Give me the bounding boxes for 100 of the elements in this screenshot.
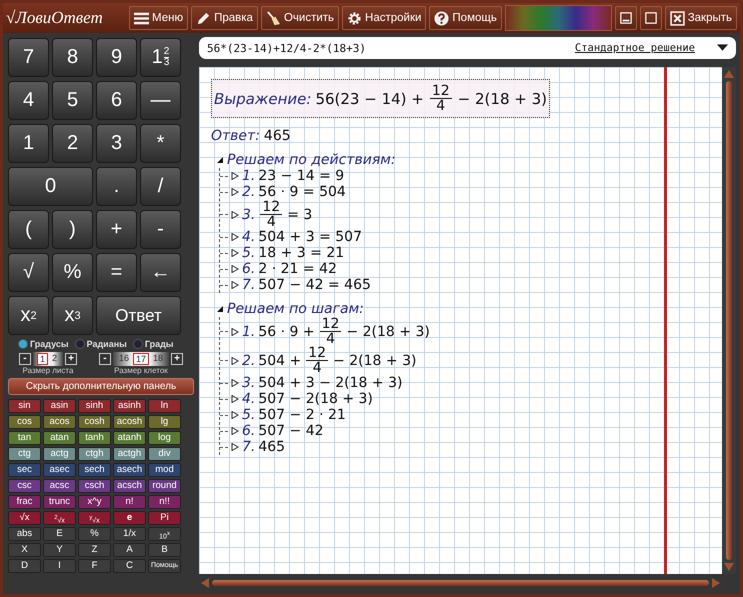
function-key[interactable]: x^y [78,495,111,509]
function-key[interactable]: asec [43,463,76,477]
toolbar-button[interactable]: Помощь [429,6,502,30]
spinner-value[interactable]: 1 [36,353,48,365]
function-key[interactable]: ctg [8,447,41,461]
collapsed-arrow-icon[interactable] [231,443,239,451]
function-key[interactable]: cosh [78,415,111,429]
key-button[interactable]: ) [52,210,93,249]
function-key[interactable]: C [113,559,146,573]
function-key[interactable]: F [78,559,111,573]
hide-panel-button[interactable]: Скрыть дополнительную панель [8,378,194,395]
function-key[interactable]: asinh [113,399,146,413]
key-button[interactable]: = [96,253,137,292]
toolbar-button[interactable]: Меню [129,6,188,30]
function-key[interactable]: trunc [43,495,76,509]
radio-option[interactable]: Градусы [18,339,69,349]
key-button[interactable]: 2 [52,124,93,163]
function-key[interactable]: csc [8,479,41,493]
collapsed-arrow-icon[interactable] [231,395,239,403]
function-key[interactable]: mod [148,463,181,477]
function-key[interactable]: E [43,527,76,541]
function-key[interactable]: sin [8,399,41,413]
key-button[interactable]: . [96,167,137,206]
function-key[interactable]: acosh [113,415,146,429]
key-button[interactable]: √ [8,253,49,292]
key-button[interactable]: 4 [8,81,49,120]
collapsed-arrow-icon[interactable] [231,172,239,180]
function-key[interactable]: asin [43,399,76,413]
key-button[interactable]: ← [140,253,181,292]
function-key[interactable]: div [148,447,181,461]
radio-option[interactable]: Радианы [74,339,127,349]
key-button[interactable]: 1 [8,124,49,163]
radio-option[interactable]: Грады [132,339,174,349]
key-button[interactable]: 3 [96,124,137,163]
key-button[interactable]: - [140,210,181,249]
maximize-button[interactable] [640,6,662,30]
function-key[interactable]: e [113,511,146,525]
function-key[interactable]: % [78,527,111,541]
collapsed-arrow-icon[interactable] [231,233,239,241]
key-button[interactable]: 7 [8,38,49,77]
function-key[interactable]: Pi [148,511,181,525]
function-key[interactable]: sech [78,463,111,477]
function-key[interactable]: ln [148,399,181,413]
function-key[interactable]: sec [8,463,41,477]
function-key[interactable]: log [148,431,181,445]
key-button[interactable]: ( [8,210,49,249]
key-button[interactable]: + [96,210,137,249]
key-button[interactable]: 9 [96,38,137,77]
function-key[interactable]: tanh [78,431,111,445]
key-button[interactable]: % [52,253,93,292]
close-button[interactable]: Закрыть [664,6,737,30]
function-key[interactable]: asech [113,463,146,477]
function-key[interactable]: B [148,543,181,557]
collapsed-arrow-icon[interactable] [231,411,239,419]
minimize-button[interactable] [614,6,637,30]
function-key[interactable]: frac [8,495,41,509]
collapsed-arrow-icon[interactable] [231,356,239,364]
key-button[interactable]: 0 [8,167,93,206]
key-button[interactable]: — [140,81,181,120]
spinner-value[interactable]: 16 [116,353,131,365]
function-key[interactable]: actg [43,447,76,461]
spinner-value[interactable]: 2 [50,353,59,365]
function-key[interactable]: ctgh [78,447,111,461]
toolbar-button[interactable]: Правка [191,6,258,30]
function-key[interactable]: cos [8,415,41,429]
spinner-value[interactable]: 18 [150,353,165,365]
key-button[interactable]: Ответ [96,296,181,335]
key-button[interactable]: x$^{2}$ [8,296,49,335]
key-button[interactable]: / [140,167,181,206]
function-key[interactable]: A [113,543,146,557]
function-key[interactable]: round [148,479,181,493]
key-button[interactable]: 5 [52,81,93,120]
function-key[interactable]: Z [78,543,111,557]
decrement-button[interactable]: - [98,353,111,365]
expanded-arrow-icon[interactable] [216,156,224,164]
function-key[interactable]: tan [8,431,41,445]
expression-input[interactable]: 56*(23-14)+12/4-2*(18+3) Стандартное решение [199,37,736,59]
section-title[interactable]: Решаем по шагам: [227,301,364,317]
collapsed-arrow-icon[interactable] [231,379,239,387]
section-title[interactable]: Решаем по действиям: [227,152,396,168]
function-key[interactable]: atan [43,431,76,445]
function-key[interactable]: acsch [113,479,146,493]
key-button[interactable]: 8 [52,38,93,77]
collapsed-arrow-icon[interactable] [231,281,239,289]
increment-button[interactable]: + [171,353,183,365]
function-key[interactable]: csch [78,479,111,493]
function-key[interactable]: acsc [43,479,76,493]
function-key[interactable]: abs [8,527,41,541]
function-key[interactable]: lg [148,415,181,429]
collapsed-arrow-icon[interactable] [231,249,239,257]
toolbar-button[interactable]: Очистить [260,6,340,30]
collapsed-arrow-icon[interactable] [231,427,239,435]
solution-mode-dropdown[interactable]: Стандартное решение [574,42,695,54]
function-key[interactable]: sinh [78,399,111,413]
function-key[interactable]: √x [8,511,41,525]
increment-button[interactable]: + [65,353,77,365]
function-key[interactable]: Y [43,543,76,557]
function-key[interactable]: n! [113,495,146,509]
key-button[interactable]: x$^{3}$ [52,296,93,335]
function-key[interactable]: n!! [148,495,181,509]
